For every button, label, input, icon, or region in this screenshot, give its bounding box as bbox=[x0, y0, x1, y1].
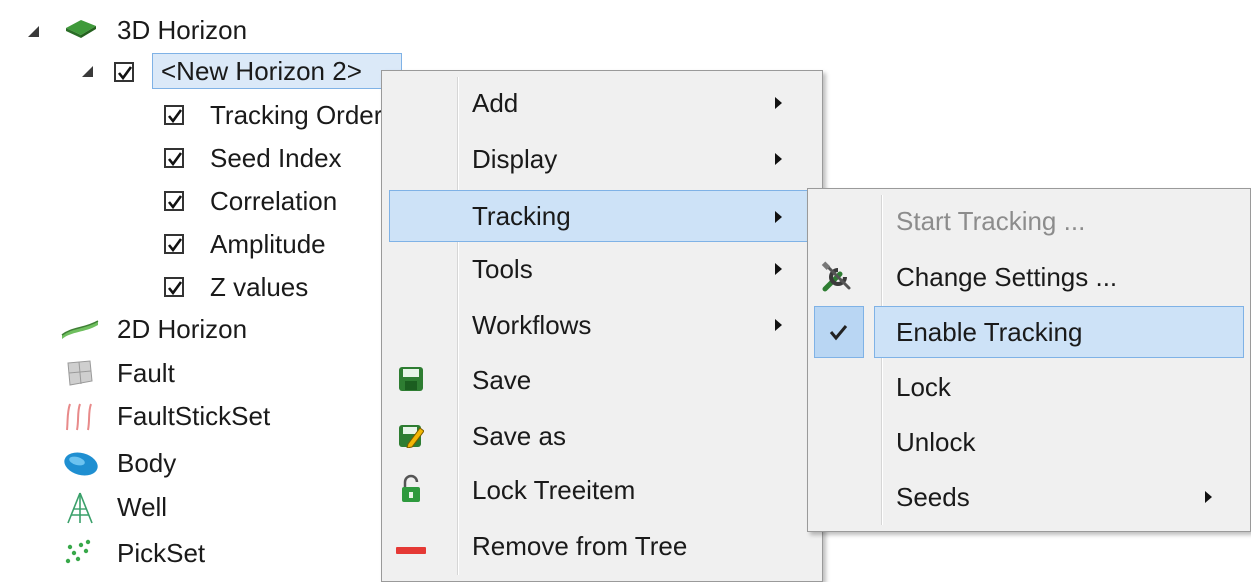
faultstickset-icon bbox=[64, 402, 96, 437]
tree-item-label: Body bbox=[117, 448, 177, 478]
attribute-checkbox[interactable] bbox=[164, 148, 184, 168]
attribute-label: Seed Index bbox=[210, 143, 342, 173]
tree-item-label: 2D Horizon bbox=[117, 314, 248, 344]
menu-item-lock[interactable]: Lock bbox=[808, 364, 1250, 410]
tree-item-attribute[interactable]: Seed Index bbox=[164, 142, 394, 176]
attribute-checkbox[interactable] bbox=[164, 105, 184, 125]
menu-item-save-as[interactable]: Save as bbox=[382, 413, 822, 459]
menu-item-label: Lock bbox=[896, 372, 951, 402]
tree-item-new-horizon[interactable]: <New Horizon 2> bbox=[82, 53, 412, 89]
enable-tracking-check-icon bbox=[814, 306, 864, 358]
expand-toggle-icon[interactable] bbox=[28, 26, 39, 37]
tree-item-label: Fault bbox=[117, 358, 175, 388]
attribute-label: Z values bbox=[210, 272, 309, 302]
menu-item-remove-from-tree[interactable]: Remove from Tree bbox=[382, 523, 822, 569]
tree-item-label: Well bbox=[117, 492, 168, 522]
menu-item-label: Enable Tracking bbox=[896, 317, 1083, 347]
menu-item-change-settings[interactable]: Change Settings ... bbox=[808, 254, 1250, 300]
tools-icon bbox=[820, 260, 854, 299]
menu-item-label: Add bbox=[472, 88, 519, 118]
tree-item-well[interactable]: Well bbox=[60, 491, 390, 525]
menu-item-tracking[interactable]: Tracking bbox=[389, 190, 814, 242]
remove-icon bbox=[396, 542, 426, 560]
attribute-checkbox[interactable] bbox=[164, 234, 184, 254]
attribute-checkbox[interactable] bbox=[164, 191, 184, 211]
tree-item-attribute[interactable]: Tracking Order bbox=[164, 99, 394, 133]
tree-item-label: PickSet bbox=[117, 538, 206, 568]
menu-item-save[interactable]: Save bbox=[382, 357, 822, 403]
menu-item-display[interactable]: Display bbox=[382, 136, 822, 182]
context-menu: Add Display Tracking Tools Workflows Sav… bbox=[381, 70, 823, 582]
menu-item-label: Lock Treeitem bbox=[472, 475, 636, 505]
menu-item-seeds[interactable]: Seeds bbox=[808, 474, 1250, 520]
expand-toggle-icon[interactable] bbox=[82, 66, 93, 77]
submenu-arrow-icon bbox=[1205, 491, 1212, 503]
menu-item-label: Tracking bbox=[472, 201, 571, 231]
tree-item-attribute[interactable]: Amplitude bbox=[164, 228, 394, 262]
lock-open-icon bbox=[399, 474, 423, 509]
menu-item-label: Save bbox=[472, 365, 532, 395]
menu-item-label: Tools bbox=[472, 254, 533, 284]
menu-item-label: Save as bbox=[472, 421, 566, 451]
menu-item-lock-treeitem[interactable]: Lock Treeitem bbox=[382, 467, 822, 513]
menu-item-start-tracking: Start Tracking ... bbox=[808, 198, 1250, 244]
selected-node-label[interactable]: <New Horizon 2> bbox=[152, 53, 402, 89]
attribute-label: Amplitude bbox=[210, 229, 326, 259]
tree-item-2d-horizon[interactable]: 2D Horizon bbox=[60, 313, 390, 347]
attribute-label: Correlation bbox=[210, 186, 338, 216]
attribute-label: Tracking Order bbox=[210, 100, 383, 130]
tree-item-faultstickset[interactable]: FaultStickSet bbox=[60, 400, 390, 434]
attribute-checkbox[interactable] bbox=[164, 277, 184, 297]
menu-item-label: Start Tracking ... bbox=[896, 206, 1086, 236]
submenu-arrow-icon bbox=[775, 97, 782, 109]
submenu-arrow-icon bbox=[775, 319, 782, 331]
menu-item-label: Unlock bbox=[896, 427, 976, 457]
well-icon bbox=[64, 491, 96, 530]
tree-item-attribute[interactable]: Correlation bbox=[164, 185, 394, 219]
horizon-3d-icon bbox=[64, 16, 98, 47]
menu-item-label: Display bbox=[472, 144, 558, 174]
pickset-icon bbox=[64, 539, 94, 572]
body-icon bbox=[62, 449, 100, 484]
menu-item-unlock[interactable]: Unlock bbox=[808, 419, 1250, 465]
menu-item-workflows[interactable]: Workflows bbox=[382, 302, 822, 348]
tree-item-fault[interactable]: Fault bbox=[60, 357, 390, 391]
save-as-icon bbox=[398, 422, 425, 453]
save-icon bbox=[398, 366, 424, 397]
tree-item-label: 3D Horizon bbox=[117, 15, 248, 45]
menu-item-label: Remove from Tree bbox=[472, 531, 688, 561]
menu-item-label: Workflows bbox=[472, 310, 592, 340]
tree-item-body[interactable]: Body bbox=[60, 447, 390, 481]
fault-icon bbox=[62, 359, 96, 392]
submenu-arrow-icon bbox=[775, 211, 782, 223]
horizon-2d-icon bbox=[60, 317, 100, 346]
tree-item-pickset[interactable]: PickSet bbox=[60, 537, 390, 571]
menu-item-add[interactable]: Add bbox=[382, 80, 822, 126]
submenu-arrow-icon bbox=[775, 153, 782, 165]
menu-item-label: Change Settings ... bbox=[896, 262, 1118, 292]
menu-item-tools[interactable]: Tools bbox=[382, 246, 822, 292]
submenu-arrow-icon bbox=[775, 263, 782, 275]
node-checkbox[interactable] bbox=[114, 62, 134, 82]
tree-item-label: <New Horizon 2> bbox=[161, 56, 362, 86]
tracking-submenu: Start Tracking ... Change Settings ... E… bbox=[807, 188, 1251, 532]
menu-item-label: Seeds bbox=[896, 482, 970, 512]
tree-item-attribute[interactable]: Z values bbox=[164, 271, 394, 305]
tree-item-3d-horizon[interactable]: 3D Horizon bbox=[28, 14, 388, 48]
object-tree: 3D Horizon <New Horizon 2> Tracking Orde… bbox=[0, 0, 402, 573]
menu-item-enable-tracking[interactable]: Enable Tracking bbox=[874, 306, 1244, 358]
tree-item-label: FaultStickSet bbox=[117, 401, 271, 431]
